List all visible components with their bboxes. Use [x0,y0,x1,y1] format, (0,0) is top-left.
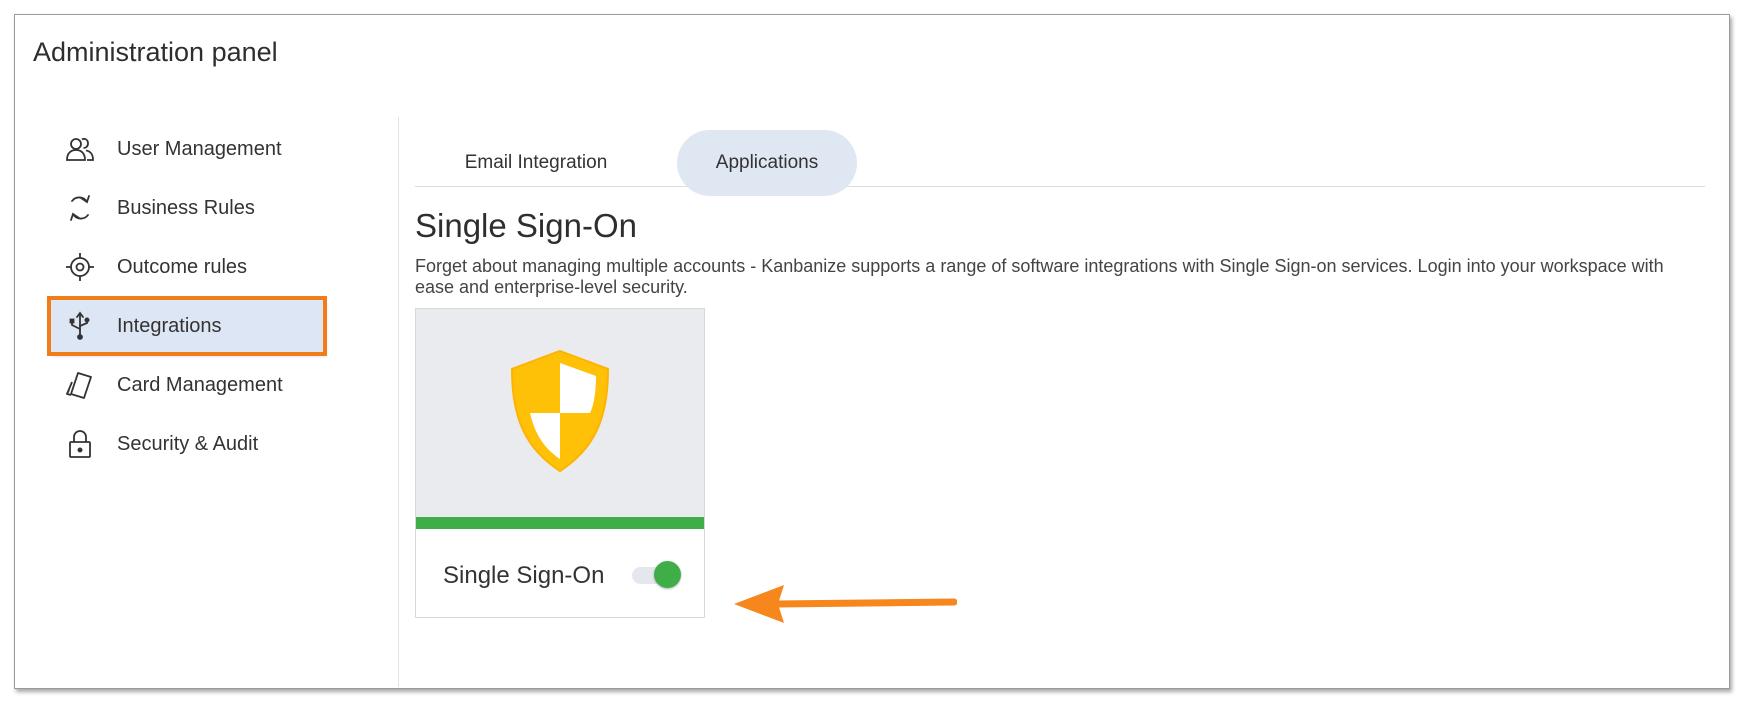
sidebar-item-label: Business Rules [117,196,255,219]
sidebar-item-user-management[interactable]: User Management [51,123,323,175]
users-icon [63,132,97,166]
refresh-cycle-icon [63,191,97,225]
sidebar-item-outcome-rules[interactable]: Outcome rules [51,241,323,293]
card-status-bar [416,517,704,529]
card-image-area [416,309,704,517]
sidebar-item-label: Integrations [117,314,222,337]
tab-bar: Email Integration Applications [415,116,1705,196]
section-description: Forget about managing multiple accounts … [415,256,1664,297]
sidebar-item-card-management[interactable]: Card Management [51,359,323,411]
card-tilt-icon [63,368,97,402]
tab-applications[interactable]: Applications [677,130,857,196]
arrow-annotation-icon [734,585,957,623]
sidebar-item-integrations[interactable]: Integrations [47,296,327,356]
card-name: Single Sign-On [443,562,605,589]
sidebar-item-label: Outcome rules [117,255,248,278]
section-title: Single Sign-On [415,207,637,244]
toggle-knob [654,561,681,588]
sso-app-card[interactable]: Single Sign-On [415,308,705,618]
sso-toggle[interactable] [632,561,681,589]
target-icon [63,250,97,284]
sidebar-item-label: Security & Audit [117,432,259,455]
tab-email-integration[interactable]: Email Integration [443,130,629,196]
sidebar-item-label: User Management [117,137,282,160]
sidebar-item-business-rules[interactable]: Business Rules [51,182,323,234]
sidebar: User Management Business Rules Outcome r… [15,117,399,687]
sidebar-item-label: Card Management [117,373,283,396]
sidebar-item-security-audit[interactable]: Security & Audit [51,418,323,470]
shield-icon [508,349,612,478]
page-title: Administration panel [33,37,278,67]
usb-icon [63,309,97,343]
lock-icon [63,427,97,461]
